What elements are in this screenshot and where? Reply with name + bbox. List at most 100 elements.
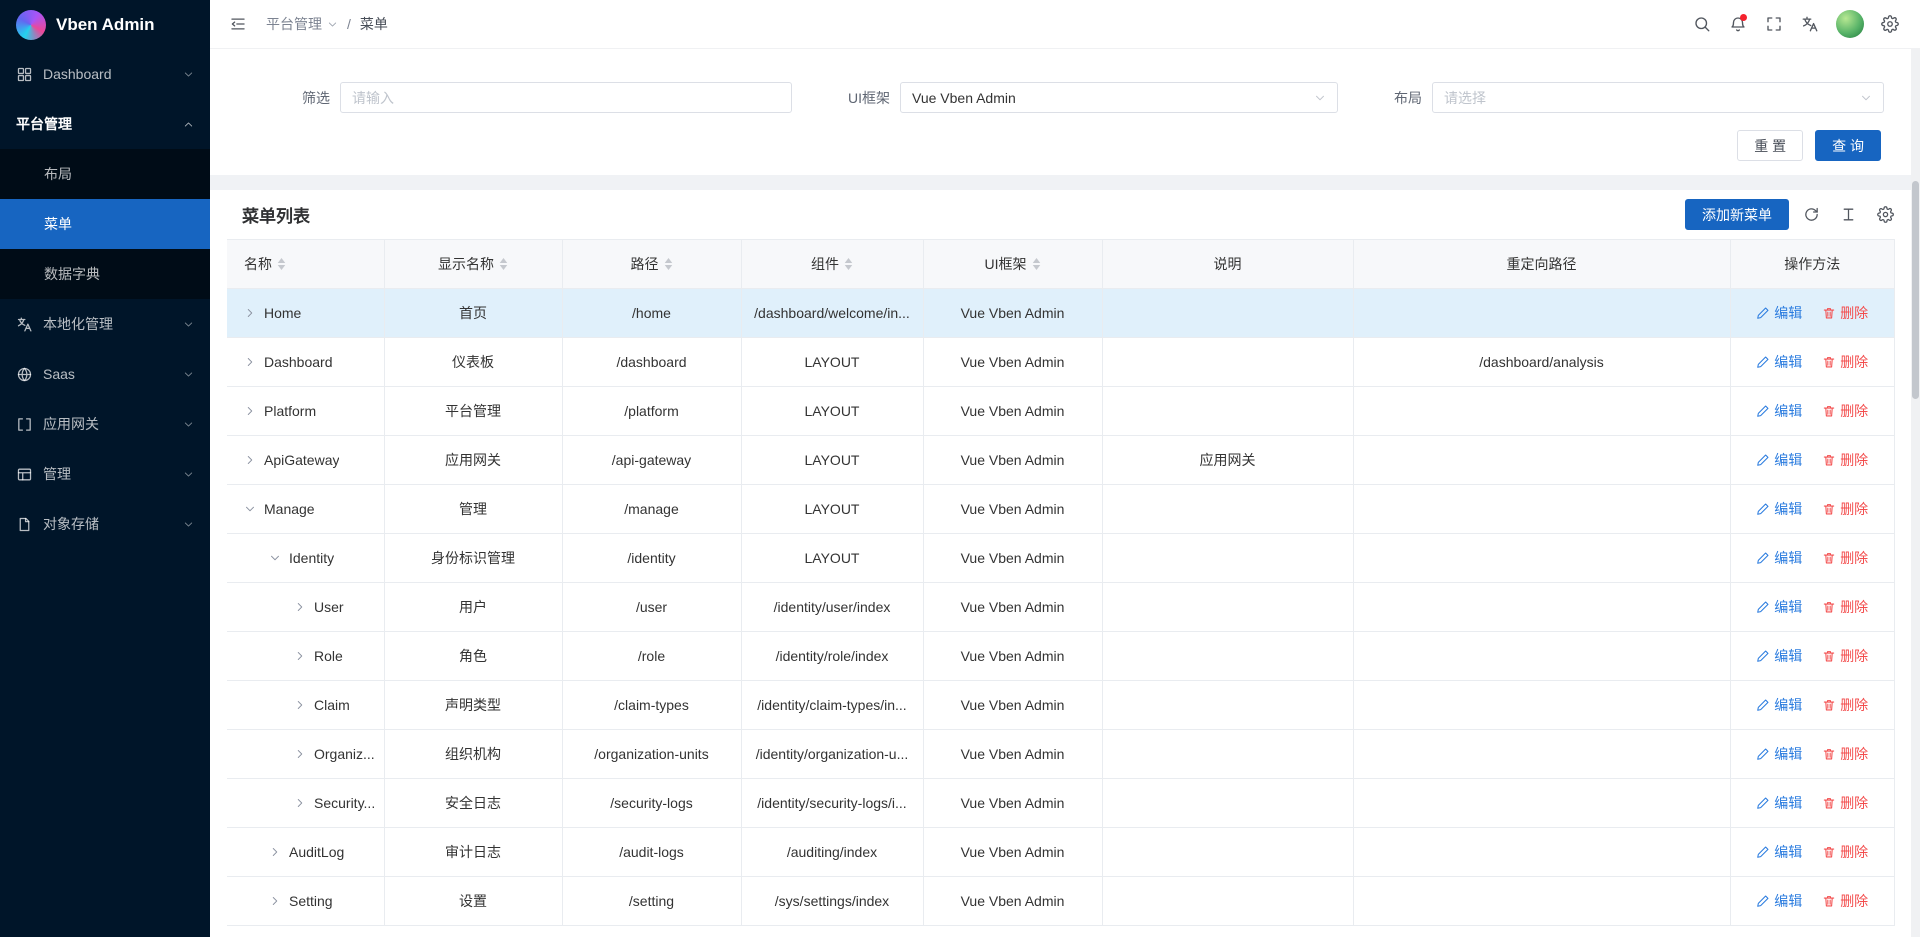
expand-row-icon[interactable]: [244, 503, 256, 515]
expand-row-icon[interactable]: [244, 454, 256, 466]
column-header[interactable]: 显示名称: [384, 240, 562, 289]
column-header[interactable]: UI框架: [923, 240, 1102, 289]
sidebar-item-layout[interactable]: 布局: [0, 149, 210, 199]
expand-row-icon[interactable]: [269, 895, 281, 907]
notifications-button[interactable]: [1722, 8, 1754, 40]
column-header[interactable]: 重定向路径: [1353, 240, 1730, 289]
row-height-button[interactable]: [1834, 200, 1863, 229]
expand-row-icon[interactable]: [269, 846, 281, 858]
user-avatar[interactable]: [1836, 10, 1864, 38]
table-row[interactable]: ApiGateway 应用网关 /api-gateway LAYOUT Vue …: [227, 436, 1895, 485]
sidebar-item-manage[interactable]: 管理: [0, 449, 210, 499]
path-cell: /claim-types: [562, 681, 741, 730]
sidebar-item-localization[interactable]: 本地化管理: [0, 299, 210, 349]
column-header[interactable]: 名称: [227, 240, 384, 289]
delete-button[interactable]: 删除: [1822, 401, 1868, 421]
delete-button[interactable]: 删除: [1822, 303, 1868, 323]
expand-row-icon[interactable]: [244, 356, 256, 368]
table-row[interactable]: User 用户 /user /identity/user/index Vue V…: [227, 583, 1895, 632]
filter-input[interactable]: [340, 82, 792, 113]
expand-row-icon[interactable]: [244, 307, 256, 319]
expand-row-icon[interactable]: [294, 699, 306, 711]
column-header[interactable]: 组件: [741, 240, 923, 289]
query-button[interactable]: 查 询: [1815, 130, 1881, 161]
expand-row-icon[interactable]: [294, 601, 306, 613]
expand-row-icon[interactable]: [294, 748, 306, 760]
breadcrumb-parent[interactable]: 平台管理: [266, 14, 338, 34]
delete-button[interactable]: 删除: [1822, 597, 1868, 617]
edit-button[interactable]: 编辑: [1756, 842, 1802, 862]
sidebar-item-storage[interactable]: 对象存储: [0, 499, 210, 549]
ui-framework-select[interactable]: Vue Vben Admin: [900, 82, 1338, 113]
sort-buttons[interactable]: [277, 258, 286, 270]
column-header[interactable]: 说明: [1102, 240, 1353, 289]
edit-button[interactable]: 编辑: [1756, 548, 1802, 568]
delete-button[interactable]: 删除: [1822, 842, 1868, 862]
table-row[interactable]: Setting 设置 /setting /sys/settings/index …: [227, 877, 1895, 926]
expand-row-icon[interactable]: [294, 797, 306, 809]
edit-button[interactable]: 编辑: [1756, 499, 1802, 519]
sort-buttons[interactable]: [1032, 258, 1041, 270]
delete-button[interactable]: 删除: [1822, 499, 1868, 519]
sidebar-item-menu[interactable]: 菜单: [0, 199, 210, 249]
add-menu-button[interactable]: 添加新菜单: [1685, 199, 1789, 230]
table-row[interactable]: Claim 声明类型 /claim-types /identity/claim-…: [227, 681, 1895, 730]
settings-button[interactable]: [1874, 8, 1906, 40]
sidebar-item-platform[interactable]: 平台管理: [0, 99, 210, 149]
edit-button[interactable]: 编辑: [1756, 891, 1802, 911]
table-row[interactable]: Security... 安全日志 /security-logs /identit…: [227, 779, 1895, 828]
search-button[interactable]: [1686, 8, 1718, 40]
expand-row-icon[interactable]: [294, 650, 306, 662]
delete-button[interactable]: 删除: [1822, 744, 1868, 764]
sort-buttons[interactable]: [499, 258, 508, 270]
edit-button[interactable]: 编辑: [1756, 793, 1802, 813]
sidebar-item-dashboard[interactable]: Dashboard: [0, 49, 210, 99]
edit-button[interactable]: 编辑: [1756, 450, 1802, 470]
refresh-button[interactable]: [1797, 200, 1826, 229]
layout-select[interactable]: 请选择: [1432, 82, 1884, 113]
edit-button[interactable]: 编辑: [1756, 303, 1802, 323]
delete-button[interactable]: 删除: [1822, 450, 1868, 470]
table-row[interactable]: Identity 身份标识管理 /identity LAYOUT Vue Vbe…: [227, 534, 1895, 583]
edit-pencil-icon: [1756, 747, 1770, 761]
table-row[interactable]: Role 角色 /role /identity/role/index Vue V…: [227, 632, 1895, 681]
delete-button[interactable]: 删除: [1822, 891, 1868, 911]
edit-button[interactable]: 编辑: [1756, 401, 1802, 421]
chevron-down-icon: [1314, 92, 1326, 104]
delete-button[interactable]: 删除: [1822, 695, 1868, 715]
table-row[interactable]: AuditLog 审计日志 /audit-logs /auditing/inde…: [227, 828, 1895, 877]
table-row[interactable]: Platform 平台管理 /platform LAYOUT Vue Vben …: [227, 387, 1895, 436]
table-row[interactable]: Home 首页 /home /dashboard/welcome/in... V…: [227, 289, 1895, 338]
sidebar-item-saas[interactable]: Saas: [0, 349, 210, 399]
delete-button[interactable]: 删除: [1822, 793, 1868, 813]
path-cell: /setting: [562, 877, 741, 926]
column-settings-button[interactable]: [1871, 200, 1900, 229]
column-header[interactable]: 路径: [562, 240, 741, 289]
sidebar-collapse-button[interactable]: [222, 8, 254, 40]
app-logo[interactable]: Vben Admin: [0, 0, 210, 49]
table-row[interactable]: Manage 管理 /manage LAYOUT Vue Vben Admin …: [227, 485, 1895, 534]
display-name-cell: 审计日志: [384, 828, 562, 877]
expand-row-icon[interactable]: [244, 405, 256, 417]
expand-row-icon[interactable]: [269, 552, 281, 564]
sort-buttons[interactable]: [844, 258, 853, 270]
table-row[interactable]: Dashboard 仪表板 /dashboard LAYOUT Vue Vben…: [227, 338, 1895, 387]
edit-button[interactable]: 编辑: [1756, 352, 1802, 372]
table-row[interactable]: Organiz... 组织机构 /organization-units /ide…: [227, 730, 1895, 779]
edit-button[interactable]: 编辑: [1756, 695, 1802, 715]
language-button[interactable]: [1794, 8, 1826, 40]
vertical-scrollbar[interactable]: [1911, 49, 1920, 937]
sort-buttons[interactable]: [664, 258, 673, 270]
delete-button[interactable]: 删除: [1822, 646, 1868, 666]
edit-button[interactable]: 编辑: [1756, 744, 1802, 764]
edit-button[interactable]: 编辑: [1756, 597, 1802, 617]
delete-button[interactable]: 删除: [1822, 352, 1868, 372]
sidebar-item-dictionary[interactable]: 数据字典: [0, 249, 210, 299]
sidebar-item-gateway[interactable]: 应用网关: [0, 399, 210, 449]
column-header[interactable]: 操作方法: [1730, 240, 1895, 289]
scrollbar-thumb[interactable]: [1912, 181, 1919, 399]
delete-button[interactable]: 删除: [1822, 548, 1868, 568]
reset-button[interactable]: 重 置: [1737, 130, 1803, 161]
fullscreen-button[interactable]: [1758, 8, 1790, 40]
edit-button[interactable]: 编辑: [1756, 646, 1802, 666]
